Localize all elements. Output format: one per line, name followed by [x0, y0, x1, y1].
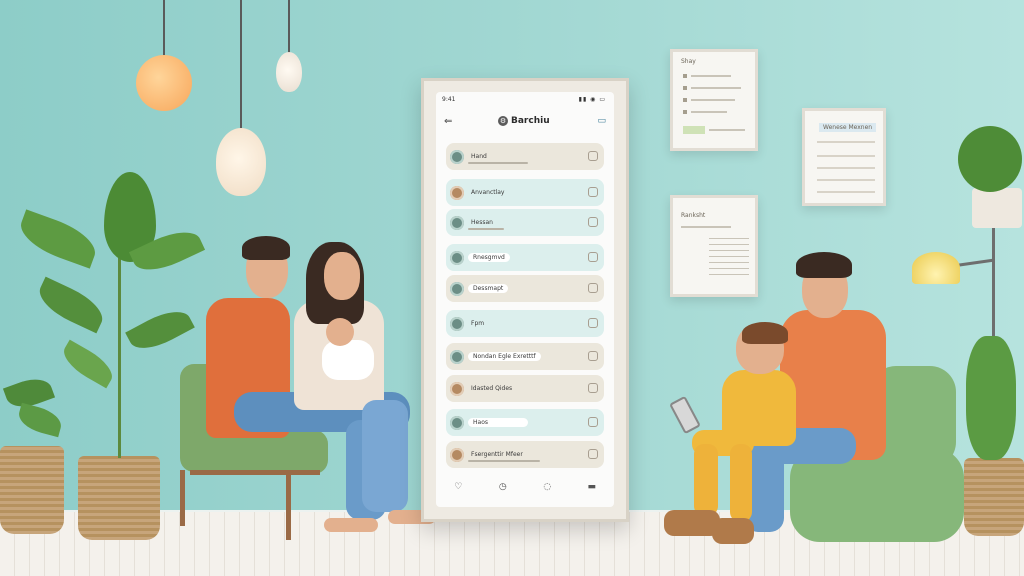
chair-leg	[180, 470, 185, 526]
list-item[interactable]: Hand	[446, 143, 604, 170]
app-logo-icon: ⚙	[498, 116, 508, 126]
list-item[interactable]: Haos	[446, 409, 604, 436]
list-item-label: Idasted Qides	[471, 385, 513, 392]
list-item-label: Nondan Egle Exretttf	[468, 352, 541, 361]
list-item[interactable]: Rnesgmvd	[446, 244, 604, 271]
list-item-progress	[468, 228, 504, 230]
wall-frame-notes: Ranksht	[670, 195, 758, 297]
woman-jeans	[362, 400, 408, 512]
list-item-label: Anvanctlay	[471, 189, 505, 196]
man-hair	[242, 236, 290, 260]
plant-pot	[78, 456, 160, 540]
lamp-cord	[163, 0, 165, 56]
card-icon[interactable]: ▬	[587, 482, 597, 492]
baby-face	[326, 318, 354, 346]
list-item-icon	[450, 185, 464, 200]
lamp-cord	[240, 0, 242, 130]
list-item[interactable]: Fpm	[446, 310, 604, 337]
list-item-icon	[450, 281, 464, 296]
white-pendant-lamp	[216, 128, 266, 196]
plant-pot	[964, 458, 1024, 536]
list-item-action-icon[interactable]	[588, 151, 598, 161]
app-title-group: ⚙ Barchiu	[498, 116, 550, 126]
child-leg	[694, 444, 718, 516]
list-item-label: Hand	[471, 153, 487, 160]
floor-lamp-shade	[912, 252, 960, 284]
list-item-icon	[450, 149, 464, 164]
chair-rail	[190, 470, 320, 475]
baby	[322, 340, 374, 380]
list-item-action-icon[interactable]	[588, 417, 598, 427]
lamp-cord	[288, 0, 290, 54]
orange-pendant-lamp	[136, 55, 192, 111]
list-item-label: Rnesgmvd	[468, 253, 510, 262]
man-foot	[324, 518, 378, 532]
list-item-action-icon[interactable]	[588, 217, 598, 227]
list-item-action-icon[interactable]	[588, 252, 598, 262]
list-item-icon	[450, 250, 464, 265]
status-time: 9:41	[442, 96, 456, 103]
plant-foliage	[966, 336, 1016, 460]
app-title: Barchiu	[511, 116, 550, 126]
list-item[interactable]: Hessan	[446, 209, 604, 236]
child-shoe	[712, 518, 754, 544]
woman-face	[324, 252, 360, 300]
list-item-icon	[450, 415, 464, 430]
list-item-icon	[450, 447, 464, 462]
list-item-label: Dessmapt	[468, 284, 509, 293]
list-item-action-icon[interactable]	[588, 318, 598, 328]
list-item-icon	[450, 349, 464, 364]
list-item[interactable]: Anvanctlay	[446, 179, 604, 206]
list-item-progress	[468, 460, 540, 462]
status-icons: ▮▮ ◉ ▭	[578, 96, 606, 103]
chat-icon[interactable]: ◌	[542, 482, 552, 492]
list-item-action-icon[interactable]	[588, 449, 598, 459]
list-item-action-icon[interactable]	[588, 383, 598, 393]
wall-frame-calendar: Wenese Mexnen	[802, 108, 886, 206]
child-hair	[742, 322, 788, 344]
chair-leg	[286, 470, 291, 540]
list-item[interactable]: Idasted Qides	[446, 375, 604, 402]
list-item[interactable]: Fsergenttir Mfeer	[446, 441, 604, 468]
folder-icon[interactable]: ▭	[597, 116, 606, 126]
child-leg	[730, 444, 752, 522]
list-item-label: Fpm	[471, 320, 485, 327]
list-item-icon	[450, 316, 464, 331]
plant-foliage	[958, 126, 1022, 192]
status-bar: 9:41 ▮▮ ◉ ▭	[436, 96, 614, 106]
frame-title: Shay	[681, 58, 696, 65]
frame-title: Wenese Mexnen	[819, 123, 877, 132]
father-hair	[796, 252, 852, 278]
list-item-icon	[450, 215, 464, 230]
plant-stem	[118, 230, 121, 458]
list-item-progress	[468, 162, 528, 164]
list-item-label: Fsergenttir Mfeer	[471, 451, 523, 458]
wall-frame-schedule: Shay	[670, 49, 758, 151]
tab-bar: ♡ ◷ ◌ ▬	[436, 482, 614, 498]
list-item-label: Hessan	[471, 219, 493, 226]
app-header: ⇐ ⚙ Barchiu ▭	[436, 112, 614, 134]
list-item-action-icon[interactable]	[588, 187, 598, 197]
small-pendant-lamp	[276, 52, 302, 92]
plant-pot	[0, 446, 64, 534]
heart-icon[interactable]: ♡	[453, 482, 463, 492]
list-item-action-icon[interactable]	[588, 283, 598, 293]
list-item-icon	[450, 381, 464, 396]
plant-pot	[972, 188, 1022, 228]
back-arrow-icon[interactable]: ⇐	[444, 116, 452, 127]
list-item-label: Haos	[468, 418, 528, 427]
clock-icon[interactable]: ◷	[498, 482, 508, 492]
list-item[interactable]: Dessmapt	[446, 275, 604, 302]
list-item-action-icon[interactable]	[588, 351, 598, 361]
frame-title: Ranksht	[681, 212, 706, 219]
list-item[interactable]: Nondan Egle Exretttf	[446, 343, 604, 370]
